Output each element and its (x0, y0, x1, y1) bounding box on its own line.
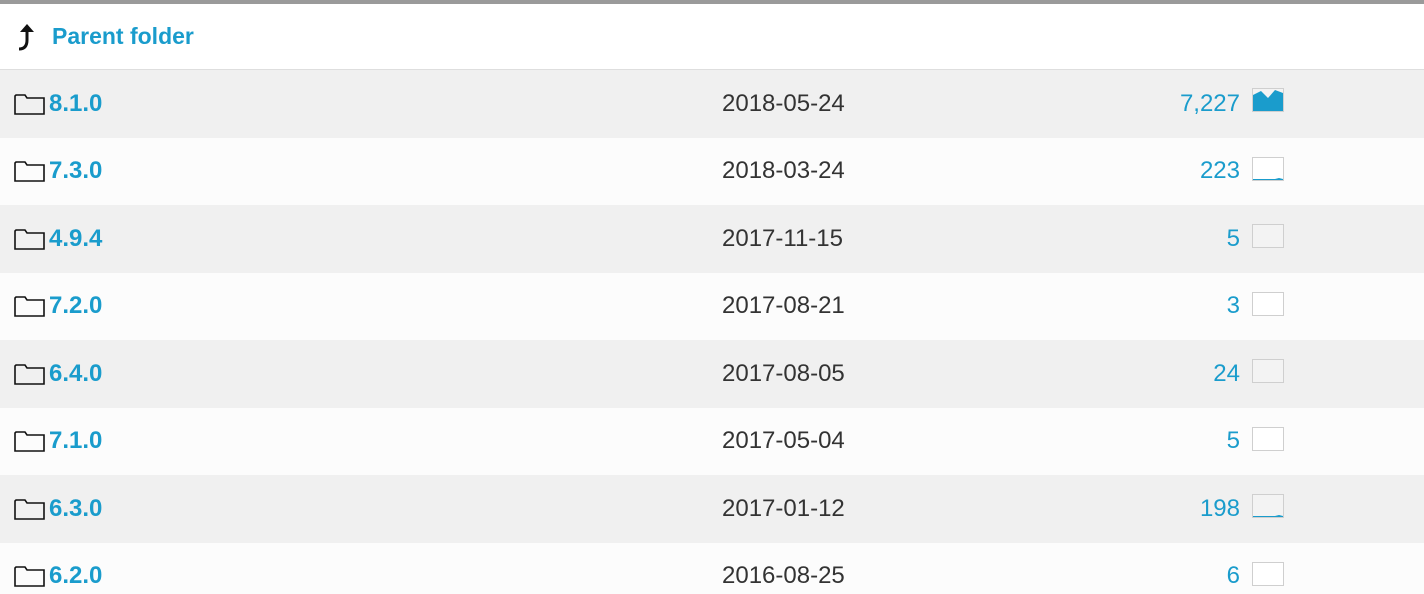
folder-date: 2016-08-25 (722, 562, 845, 590)
folder-date: 2017-08-05 (722, 359, 845, 387)
folder-date: 2018-03-24 (722, 157, 845, 185)
folder-row[interactable]: 7.3.0 2018-03-24 223 (0, 137, 1424, 205)
folder-icon (14, 566, 45, 588)
sparkline-chart (1253, 563, 1283, 585)
download-sparkline[interactable] (1252, 494, 1284, 518)
download-count[interactable]: 7,227 (1180, 90, 1240, 118)
folder-row[interactable]: 4.9.4 2017-11-15 5 (0, 205, 1424, 273)
parent-folder-link[interactable]: Parent folder (52, 23, 194, 50)
folder-name-link[interactable]: 7.3.0 (49, 157, 102, 185)
folder-icon (14, 161, 45, 183)
folder-icon (14, 363, 45, 385)
sparkline-area (1253, 515, 1283, 517)
sparkline-chart (1253, 177, 1283, 180)
folder-date: 2018-05-24 (722, 89, 845, 117)
sparkline-chart (1253, 515, 1283, 517)
sparkline-chart (1253, 90, 1283, 111)
folder-name-link[interactable]: 6.2.0 (49, 562, 102, 590)
sparkline-chart (1253, 428, 1283, 450)
folder-icon (14, 498, 45, 520)
folder-row[interactable]: 7.2.0 2017-08-21 3 (0, 272, 1424, 340)
folder-row[interactable]: 6.3.0 2017-01-12 198 (0, 475, 1424, 543)
folder-name-link[interactable]: 7.2.0 (49, 292, 102, 320)
folder-row[interactable]: 7.1.0 2017-05-04 5 (0, 407, 1424, 475)
folder-date: 2017-01-12 (722, 494, 845, 522)
parent-folder-row[interactable]: Parent folder (0, 4, 1424, 70)
download-sparkline[interactable] (1252, 426, 1284, 451)
folder-row[interactable]: 6.2.0 2016-08-25 6 (0, 542, 1424, 594)
folder-icon (14, 296, 45, 318)
sparkline-chart (1253, 360, 1283, 382)
download-sparkline[interactable] (1252, 224, 1284, 248)
download-sparkline[interactable] (1252, 359, 1284, 383)
download-count[interactable]: 198 (1200, 495, 1240, 523)
folder-name-link[interactable]: 6.4.0 (49, 360, 102, 388)
folder-icon (14, 431, 45, 453)
download-sparkline[interactable] (1252, 88, 1284, 112)
download-count[interactable]: 5 (1227, 225, 1240, 253)
folder-name-link[interactable]: 7.1.0 (49, 427, 102, 455)
folder-list: 8.1.0 2018-05-24 7,227 7.3.0 2018-03-24 … (0, 70, 1424, 594)
download-count[interactable]: 3 (1227, 292, 1240, 320)
download-sparkline[interactable] (1252, 291, 1284, 316)
download-count[interactable]: 5 (1227, 427, 1240, 455)
folder-date: 2017-05-04 (722, 427, 845, 455)
folder-date: 2017-08-21 (722, 292, 845, 320)
sparkline-chart (1253, 293, 1283, 315)
download-sparkline[interactable] (1252, 156, 1284, 181)
sparkline-area (1253, 177, 1283, 180)
sparkline-area (1253, 90, 1283, 111)
download-count[interactable]: 24 (1213, 360, 1240, 388)
folder-name-link[interactable]: 6.3.0 (49, 495, 102, 523)
folder-row[interactable]: 8.1.0 2018-05-24 7,227 (0, 70, 1424, 138)
arrow-up-turn-icon[interactable] (16, 21, 42, 53)
folder-date: 2017-11-15 (722, 224, 843, 252)
download-count[interactable]: 6 (1227, 562, 1240, 590)
download-sparkline[interactable] (1252, 561, 1284, 586)
folder-name-link[interactable]: 4.9.4 (49, 225, 102, 253)
folder-row[interactable]: 6.4.0 2017-08-05 24 (0, 340, 1424, 408)
folder-icon (14, 93, 45, 115)
folder-icon (14, 228, 45, 250)
folder-name-link[interactable]: 8.1.0 (49, 90, 102, 118)
sparkline-chart (1253, 225, 1283, 247)
download-count[interactable]: 223 (1200, 157, 1240, 185)
